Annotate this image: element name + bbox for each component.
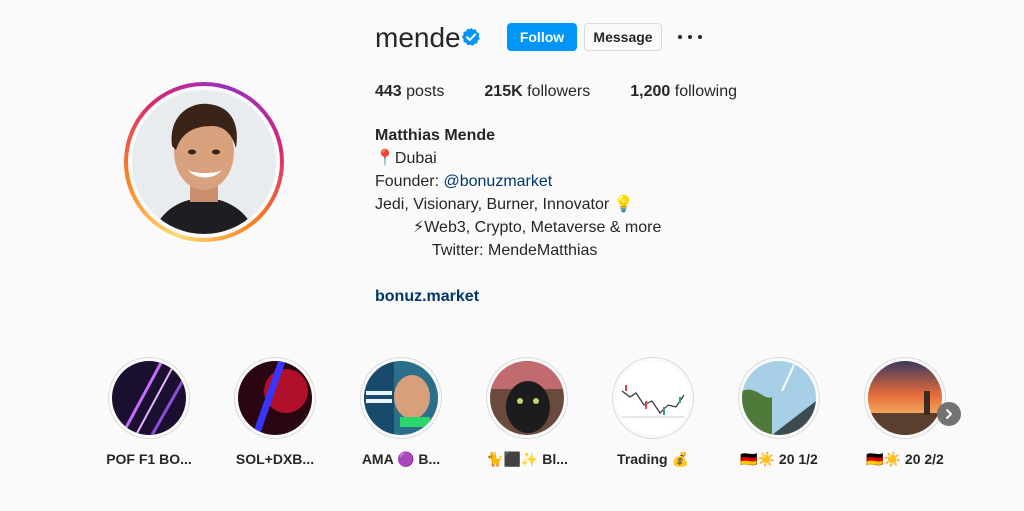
posts-count: 443 xyxy=(375,83,402,100)
avatar-photo xyxy=(132,90,276,234)
highlight-item[interactable]: 🇩🇪☀️ 20 1/2 xyxy=(721,357,837,468)
full-name: Matthias Mende xyxy=(375,127,496,144)
highlight-label: SOL+DXB... xyxy=(235,451,315,467)
followers-stat[interactable]: 215K followers xyxy=(484,82,590,102)
profile-page: mende Follow Message 443 posts 215K foll… xyxy=(0,0,1024,511)
posts-stat: 443 posts xyxy=(375,82,444,102)
posts-label: posts xyxy=(406,83,445,100)
bio-location: 📍Dubai xyxy=(375,150,437,167)
highlight-item[interactable]: 🐈⬛✨ Bl... xyxy=(469,357,585,468)
bio-founder-prefix: Founder: xyxy=(375,173,444,190)
following-label: following xyxy=(674,83,738,100)
highlight-cover xyxy=(112,361,186,435)
verified-badge-icon xyxy=(461,27,480,46)
bio-founder-line: Founder: @bonuzmarket xyxy=(375,170,795,193)
story-highlights: POF F1 BO... SOL+DXB... AMA 🟣 B... 🐈⬛✨ B… xyxy=(91,357,971,477)
highlight-cover xyxy=(616,361,690,435)
bio-line-5: Twitter: MendeMatthias xyxy=(432,242,598,259)
profile-avatar[interactable] xyxy=(124,82,284,242)
highlight-cover xyxy=(868,361,942,435)
followers-label: followers xyxy=(527,83,591,100)
highlight-label: 🐈⬛✨ Bl... xyxy=(486,451,568,467)
highlight-label: POF F1 BO... xyxy=(106,451,192,467)
bio-line-3: Jedi, Visionary, Burner, Innovator 💡 xyxy=(375,196,634,213)
bio-line-4: ⚡Web3, Crypto, Metaverse & more xyxy=(413,219,662,236)
highlight-item[interactable]: POF F1 BO... xyxy=(91,357,207,468)
profile-stats: 443 posts 215K followers 1,200 following xyxy=(375,82,777,102)
highlight-cover xyxy=(490,361,564,435)
highlight-label: 🇩🇪☀️ 20 2/2 xyxy=(866,451,944,467)
profile-username: mende xyxy=(375,22,461,53)
message-button[interactable]: Message xyxy=(584,23,662,51)
highlight-label: 🇩🇪☀️ 20 1/2 xyxy=(740,451,818,467)
highlight-item[interactable]: SOL+DXB... xyxy=(217,357,333,468)
highlight-cover xyxy=(238,361,312,435)
followers-count: 215K xyxy=(484,83,523,100)
highlight-item[interactable]: Trading 💰 xyxy=(595,357,711,468)
bonuzmarket-mention-link[interactable]: @bonuzmarket xyxy=(443,173,552,190)
follow-button[interactable]: Follow xyxy=(507,23,577,51)
website-link[interactable]: bonuz.market xyxy=(375,285,795,308)
more-options-icon[interactable] xyxy=(678,28,702,46)
following-count: 1,200 xyxy=(630,83,671,100)
highlight-item[interactable]: AMA 🟣 B... xyxy=(343,357,459,468)
chevron-right-icon[interactable] xyxy=(937,402,961,426)
highlight-label: AMA 🟣 B... xyxy=(361,451,441,467)
highlight-label: Trading 💰 xyxy=(617,451,689,467)
profile-bio: Matthias Mende 📍Dubai Founder: @bonuzmar… xyxy=(375,124,795,308)
following-stat[interactable]: 1,200 following xyxy=(630,82,737,102)
highlight-cover xyxy=(364,361,438,435)
highlight-cover xyxy=(742,361,816,435)
